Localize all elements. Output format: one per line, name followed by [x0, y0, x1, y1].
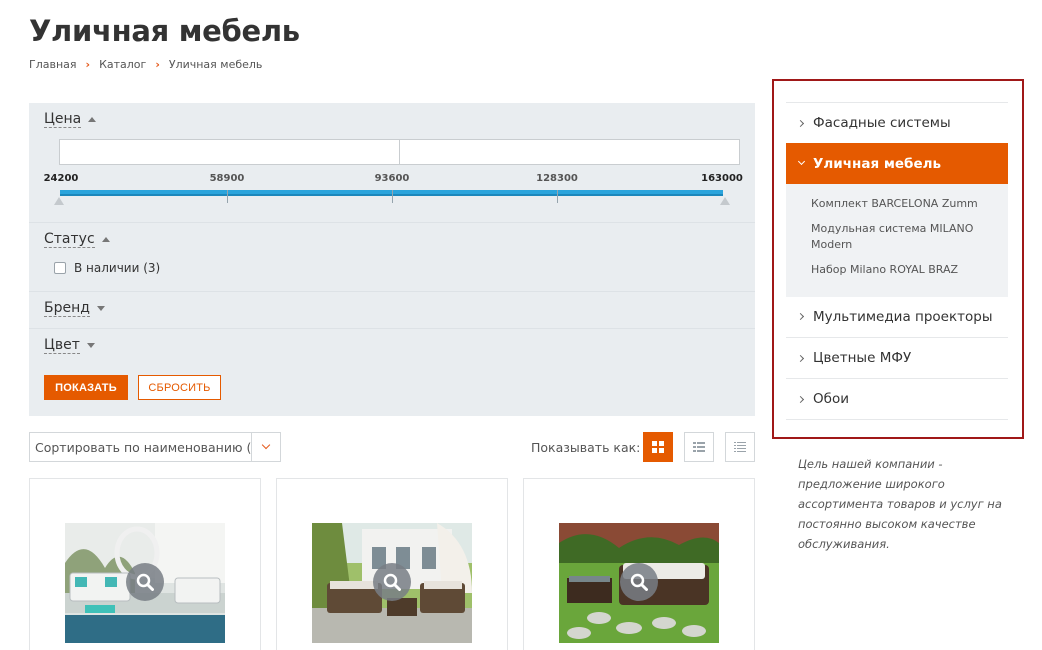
sidebar-item-wallpaper[interactable]: Обои — [786, 378, 1008, 419]
list-icon — [693, 442, 705, 452]
magnifier-icon — [630, 573, 648, 591]
breadcrumb-current: Уличная мебель — [168, 58, 263, 71]
price-tick-mark — [392, 190, 393, 203]
filter-status-toggle[interactable]: Статус — [44, 231, 110, 248]
breadcrumb-home-link[interactable]: Главная — [29, 58, 77, 71]
price-max-input[interactable] — [399, 139, 740, 165]
checkbox-icon[interactable] — [54, 262, 66, 274]
breadcrumb-separator-icon: › — [85, 58, 91, 71]
sidebar-item-outdoor-furniture[interactable]: Уличная мебель — [786, 143, 1008, 184]
price-range-slider[interactable]: 24200 58900 93600 128300 163000 — [29, 171, 755, 211]
price-min-input[interactable] — [59, 139, 400, 165]
show-button[interactable]: ПОКАЗАТЬ — [44, 375, 128, 400]
breadcrumb: Главная › Каталог › Уличная мебель — [29, 58, 262, 71]
expand-arrow-icon — [96, 306, 105, 311]
filter-color-toggle[interactable]: Цвет — [44, 337, 95, 354]
sort-select-value: Сортировать по наименованию (А — [35, 439, 251, 455]
sidebar-item-label: Обои — [813, 391, 849, 407]
sidebar-subitem[interactable]: Модульная система MILANO Modern — [811, 221, 991, 253]
filter-brand-toggle[interactable]: Бренд — [44, 300, 105, 317]
product-card[interactable] — [276, 478, 508, 650]
price-tick-label: 163000 — [701, 173, 743, 184]
sidebar-item-label: Уличная мебель — [813, 155, 942, 172]
view-table-button[interactable] — [725, 432, 755, 462]
price-max-handle[interactable] — [720, 197, 730, 205]
price-tick-mark — [227, 190, 228, 203]
chevron-right-icon — [796, 395, 805, 403]
price-tick-label: 58900 — [209, 173, 245, 184]
filter-section-brand: Бренд — [29, 292, 755, 329]
sidebar-item-multimedia-projectors[interactable]: Мультимедиа проекторы — [786, 296, 1008, 337]
price-tick-label: 93600 — [374, 173, 410, 184]
in-stock-label: В наличии (3) — [74, 261, 161, 275]
price-tick-mark — [557, 190, 558, 203]
collapse-arrow-icon — [88, 117, 97, 122]
product-image[interactable] — [312, 523, 472, 643]
chevron-right-icon — [796, 354, 805, 362]
product-image[interactable] — [559, 523, 719, 643]
filter-section-color: Цвет — [29, 329, 755, 416]
filter-section-price: Цена 24200 58900 93600 128300 163000 — [29, 103, 755, 223]
sidebar-item-facade-systems[interactable]: Фасадные системы — [786, 102, 1008, 143]
breadcrumb-separator-icon: › — [155, 58, 160, 71]
sidebar-item-color-mfp[interactable]: Цветные МФУ — [786, 337, 1008, 378]
company-about-text: Цель нашей компании - предложение широко… — [798, 457, 1002, 551]
in-stock-checkbox[interactable]: В наличии (3) — [54, 261, 160, 275]
filter-brand-label: Бренд — [44, 300, 90, 317]
zoom-button[interactable] — [373, 563, 411, 601]
view-grid-button[interactable] — [643, 432, 673, 462]
filter-price-label: Цена — [44, 111, 82, 128]
breadcrumb-catalog-link[interactable]: Каталог — [99, 58, 146, 71]
sidebar-item-label: Фасадные системы — [813, 115, 951, 131]
price-tick-label: 24200 — [43, 173, 79, 184]
filter-section-status: Статус — [29, 223, 755, 292]
chevron-right-icon — [796, 119, 805, 127]
magnifier-icon — [136, 573, 154, 591]
sidebar-divider — [786, 419, 1008, 420]
magnifier-icon — [383, 573, 401, 591]
filter-color-label: Цвет — [44, 337, 80, 354]
collapse-arrow-icon — [101, 237, 110, 242]
price-tick-label: 128300 — [536, 173, 578, 184]
page-title: Уличная мебель — [29, 14, 300, 48]
zoom-button[interactable] — [126, 563, 164, 601]
price-min-handle[interactable] — [54, 197, 64, 205]
sidebar-subitem[interactable]: Комплект BARCELONA Zumm — [811, 196, 991, 212]
view-list-button[interactable] — [684, 432, 714, 462]
sidebar-item-label: Цветные МФУ — [813, 350, 912, 366]
filter-price-toggle[interactable]: Цена — [44, 111, 97, 128]
filter-status-label: Статус — [44, 231, 95, 248]
filter-panel: Цена 24200 58900 93600 128300 163000 Ста… — [29, 103, 755, 416]
chevron-down-icon[interactable] — [251, 433, 280, 461]
product-card[interactable] — [523, 478, 755, 650]
sort-select[interactable]: Сортировать по наименованию (А — [29, 432, 281, 462]
table-icon — [734, 442, 746, 452]
chevron-down-icon — [797, 157, 806, 166]
sidebar-subitem[interactable]: Набор Milano ROYAL BRAZ — [811, 262, 991, 278]
product-card[interactable] — [29, 478, 261, 650]
grid-icon — [652, 441, 664, 453]
price-inputs — [59, 139, 740, 165]
sidebar-catalog-menu: Фасадные системы Уличная мебель Комплект… — [772, 79, 1024, 439]
view-mode-label: Показывать как: — [531, 440, 641, 455]
sidebar-item-label: Мультимедиа проекторы — [813, 308, 993, 325]
zoom-button[interactable] — [620, 563, 658, 601]
sidebar-submenu: Комплект BARCELONA Zumm Модульная систем… — [786, 184, 1008, 297]
chevron-right-icon — [796, 312, 805, 321]
reset-button[interactable]: СБРОСИТЬ — [138, 375, 221, 400]
expand-arrow-icon — [86, 343, 95, 348]
product-image[interactable] — [65, 523, 225, 643]
